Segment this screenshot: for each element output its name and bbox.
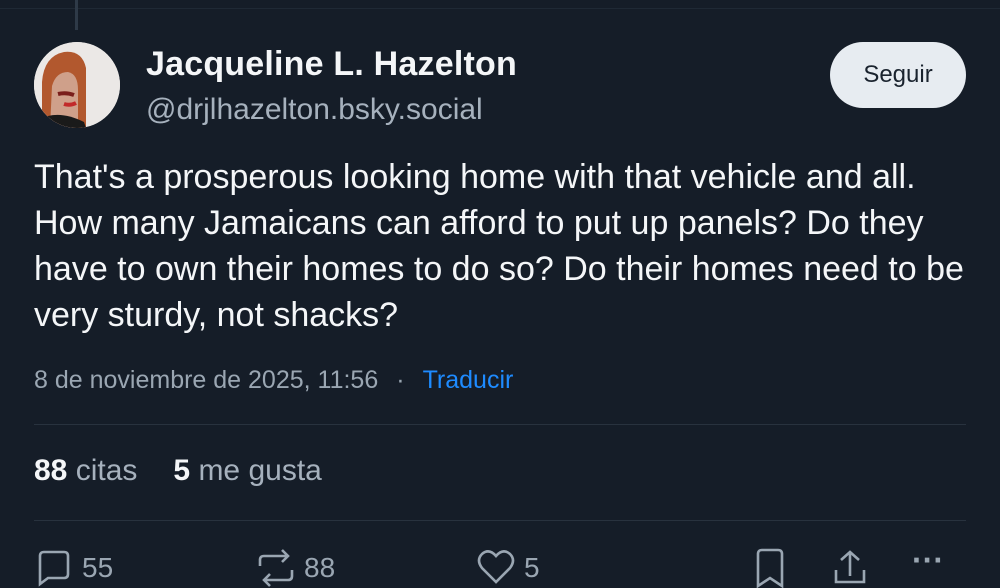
author-handle[interactable]: @drjlhazelton.bsky.social xyxy=(146,90,517,130)
heart-icon xyxy=(477,550,515,584)
meta-divider xyxy=(34,424,966,425)
meta-separator: · xyxy=(396,366,405,394)
quotes-label: citas xyxy=(75,454,138,487)
more-options-button[interactable]: ··· xyxy=(912,542,944,579)
like-button[interactable]: 5 xyxy=(476,548,540,588)
author-block: Jacqueline L. Hazelton @drjlhazelton.bsk… xyxy=(146,44,517,130)
bookmark-button[interactable] xyxy=(750,548,790,588)
likes-stat[interactable]: 5 me gusta xyxy=(173,454,321,488)
translate-link[interactable]: Traducir xyxy=(423,366,514,395)
reply-count: 55 xyxy=(82,552,114,583)
share-button[interactable] xyxy=(830,548,870,588)
likes-label: me gusta xyxy=(198,454,322,487)
post-meta: 8 de noviembre de 2025, 11:56 · Traducir xyxy=(34,366,513,395)
quotes-stat[interactable]: 88 citas xyxy=(34,454,137,488)
more-icon: ··· xyxy=(912,542,944,578)
like-count: 5 xyxy=(524,552,540,583)
repost-count: 88 xyxy=(304,552,336,583)
repost-icon xyxy=(258,549,294,587)
follow-button[interactable]: Seguir xyxy=(830,42,966,108)
reply-button[interactable]: 55 xyxy=(34,548,113,588)
share-icon xyxy=(834,550,866,584)
thread-connector-line xyxy=(75,0,78,30)
avatar[interactable] xyxy=(34,42,120,128)
author-name[interactable]: Jacqueline L. Hazelton xyxy=(146,44,517,84)
post-stats: 88 citas 5 me gusta xyxy=(34,454,322,488)
repost-button[interactable]: 88 xyxy=(256,548,335,588)
post-timestamp: 8 de noviembre de 2025, 11:56 xyxy=(34,366,379,394)
bookmark-icon xyxy=(756,548,784,588)
stats-divider xyxy=(34,520,966,521)
likes-count: 5 xyxy=(173,454,191,487)
avatar-image xyxy=(34,42,120,128)
quotes-count: 88 xyxy=(34,454,68,487)
top-divider xyxy=(0,8,1000,9)
post-text: That's a prosperous looking home with th… xyxy=(34,158,964,334)
reply-icon xyxy=(38,550,70,587)
action-bar: 55 88 5 ··· xyxy=(34,542,966,588)
